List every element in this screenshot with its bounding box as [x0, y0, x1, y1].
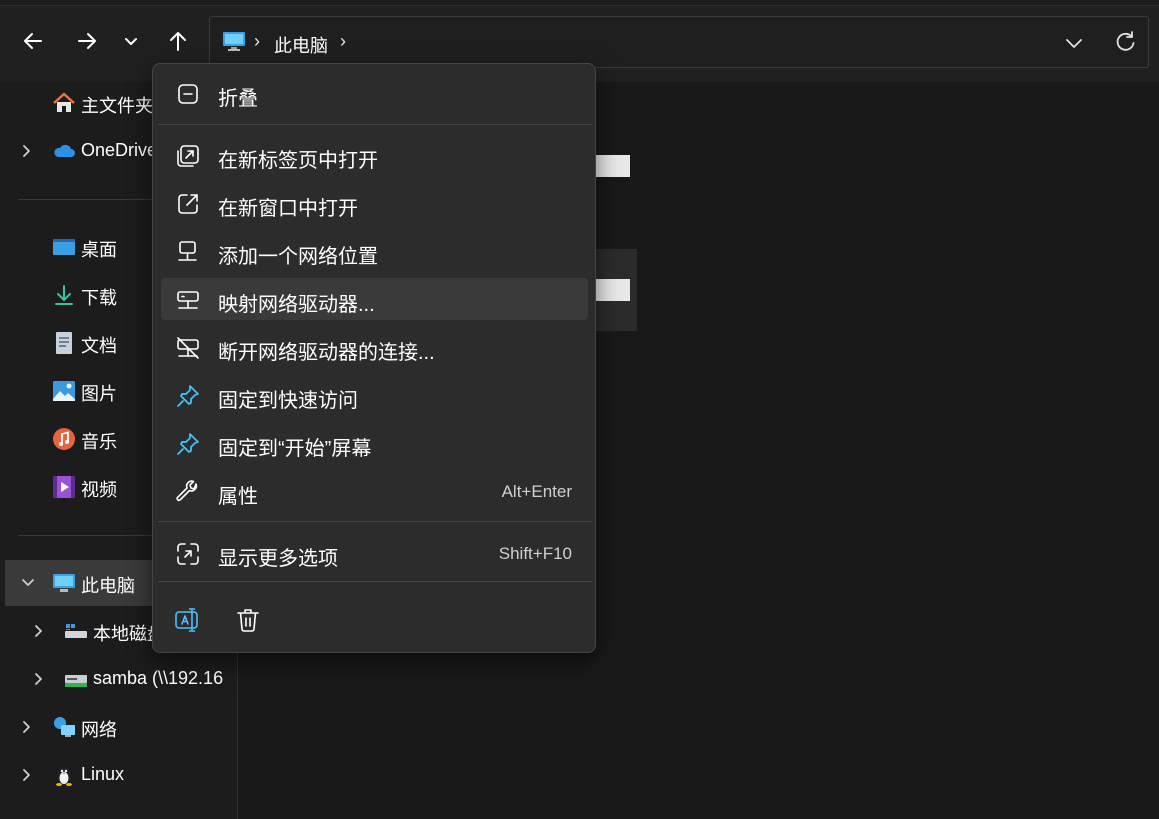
refresh-icon[interactable]: [1112, 29, 1138, 55]
drive-icon: [65, 624, 87, 638]
open-new-window-icon: [178, 194, 198, 214]
menu-item-disconnect-network-drive[interactable]: 断开网络驱动器的连接...: [161, 326, 588, 368]
menu-item-label: 映射网络驱动器...: [218, 294, 375, 316]
picture-icon: [53, 381, 75, 401]
rename-icon: [175, 608, 198, 632]
network-location-icon: [178, 241, 197, 261]
rename-button[interactable]: [169, 601, 207, 639]
drive-capacity-bar: [596, 155, 630, 177]
forward-button[interactable]: [70, 24, 104, 58]
network-drive-icon: [65, 675, 87, 687]
map-network-drive-icon: [177, 291, 199, 309]
chevron-right-icon[interactable]: [32, 622, 46, 640]
document-icon: [56, 332, 72, 354]
home-icon: [53, 92, 75, 112]
desktop-icon: [53, 239, 75, 255]
menu-separator: [158, 521, 592, 522]
sidebar-item-network[interactable]: 网络: [0, 706, 237, 748]
music-icon: [53, 428, 75, 450]
sidebar-item-label: samba (\\192.16: [93, 668, 224, 688]
menu-item-properties[interactable]: 属性 Alt+Enter: [161, 470, 588, 512]
shortcut-label: Shift+F10: [498, 544, 572, 563]
shortcut-label: Alt+Enter: [501, 482, 572, 501]
this-pc-icon: [223, 32, 245, 51]
menu-item-map-network-drive[interactable]: 映射网络驱动器...: [161, 278, 588, 320]
download-icon: [55, 285, 73, 305]
cloud-icon: [54, 144, 75, 157]
delete-button[interactable]: [229, 601, 267, 639]
chevron-right-icon[interactable]: [20, 142, 34, 160]
menu-item-label: 固定到“开始”屏幕: [218, 438, 372, 460]
sidebar-item-label: 桌面: [81, 240, 117, 260]
menu-item-open-new-tab[interactable]: 在新标签页中打开: [161, 134, 588, 176]
menu-item-label: 在新窗口中打开: [218, 198, 358, 220]
up-button[interactable]: [161, 24, 195, 58]
arrow-right-icon: [78, 33, 96, 49]
trash-icon: [237, 609, 259, 632]
menu-item-pin-quick-access[interactable]: 固定到快速访问: [161, 374, 588, 416]
breadcrumb-separator: ›: [254, 31, 260, 51]
sidebar-item-label: 此电脑: [81, 576, 135, 596]
arrow-up-icon: [170, 32, 186, 51]
menu-item-label: 在新标签页中打开: [218, 150, 378, 172]
menu-item-label: 断开网络驱动器的连接...: [218, 342, 435, 364]
context-menu: 折叠 在新标签页中打开 在新窗口中打开 添加一个网络位置 映射网络驱动器... …: [152, 63, 596, 653]
chevron-right-icon[interactable]: [20, 766, 34, 784]
linux-penguin-icon: [56, 767, 72, 786]
chevron-down-icon: [125, 38, 137, 45]
address-bar[interactable]: › 此电脑 ›: [209, 16, 1149, 68]
back-button[interactable]: [16, 24, 50, 58]
menu-item-pin-start[interactable]: 固定到“开始”屏幕: [161, 422, 588, 464]
disconnect-network-drive-icon: [177, 337, 199, 359]
sidebar-item-label: 主文件夹: [81, 96, 153, 116]
chevron-right-icon[interactable]: [32, 670, 46, 688]
menu-item-collapse[interactable]: 折叠: [161, 72, 588, 114]
sidebar-item-label: Linux: [81, 764, 125, 784]
chevron-down-icon[interactable]: [1062, 31, 1086, 55]
sidebar-item-label: 文档: [81, 336, 117, 356]
drive-capacity-bar: [596, 279, 630, 301]
sidebar-item-label: 图片: [81, 384, 117, 404]
recent-locations-button[interactable]: [114, 24, 148, 58]
pin-icon: [177, 385, 199, 407]
collapse-icon: [178, 84, 198, 104]
chevron-right-icon[interactable]: [20, 718, 34, 736]
chevron-down-icon[interactable]: [19, 574, 37, 592]
pin-icon: [177, 433, 199, 455]
sidebar-item-label: 下载: [81, 288, 117, 308]
menu-separator: [158, 581, 592, 582]
arrow-left-icon: [24, 33, 42, 49]
menu-item-open-new-window[interactable]: 在新窗口中打开: [161, 182, 588, 224]
menu-item-label: 折叠: [218, 88, 258, 110]
wrench-icon: [176, 480, 198, 502]
menu-item-label: 属性: [218, 486, 258, 508]
network-icon: [54, 717, 75, 737]
show-more-options-icon: [177, 543, 199, 565]
video-icon: [53, 476, 75, 498]
menu-item-label: 固定到快速访问: [218, 390, 358, 412]
breadcrumb-this-pc[interactable]: 此电脑: [274, 32, 328, 58]
breadcrumb-separator[interactable]: ›: [340, 31, 346, 52]
sidebar-item-label: 视频: [81, 480, 117, 500]
title-strip: [0, 0, 1159, 6]
menu-item-label: 添加一个网络位置: [218, 246, 378, 268]
sidebar-item-label: 音乐: [81, 432, 117, 452]
menu-item-add-network-location[interactable]: 添加一个网络位置: [161, 230, 588, 272]
menu-item-show-more-options[interactable]: 显示更多选项 Shift+F10: [161, 532, 588, 574]
sidebar-item-samba[interactable]: samba (\\192.16: [0, 658, 237, 700]
open-new-tab-icon: [177, 145, 199, 167]
menu-separator: [158, 124, 592, 125]
menu-item-label: 显示更多选项: [218, 548, 338, 570]
sidebar-item-label: 网络: [81, 720, 117, 740]
sidebar-item-label: OneDrive: [81, 140, 158, 160]
sidebar-item-linux[interactable]: Linux: [0, 754, 237, 796]
this-pc-icon: [53, 574, 75, 592]
